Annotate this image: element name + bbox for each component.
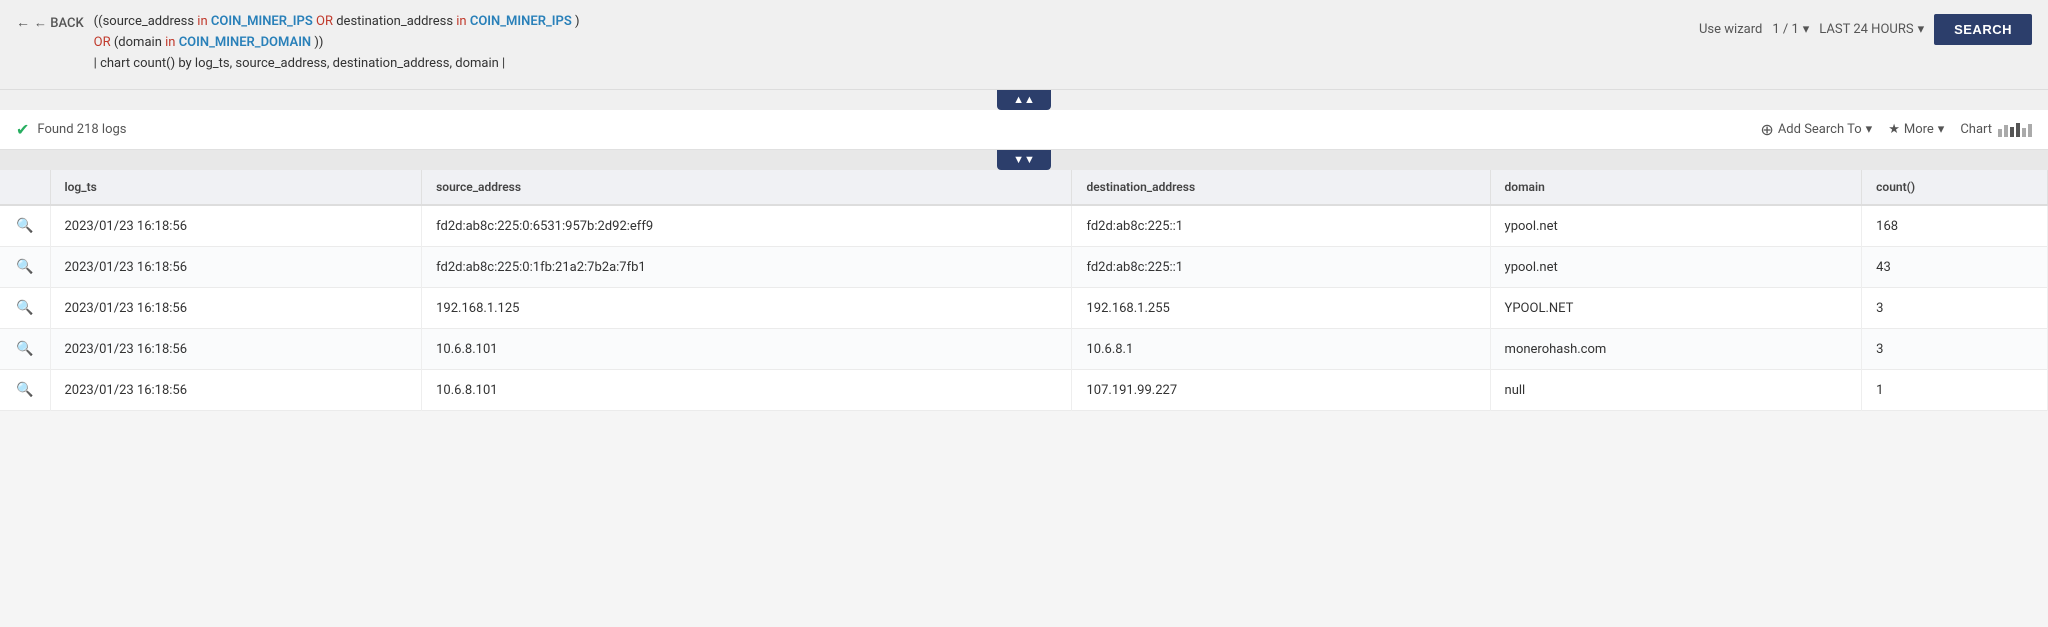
col-header-source_address: source_address	[422, 170, 1072, 205]
col-domain: ypool.net	[1490, 247, 1862, 288]
col-source_address: fd2d:ab8c:225:0:6531:957b:2d92:eff9	[422, 205, 1072, 247]
col-header-icon	[0, 170, 50, 205]
pagination: 1 / 1 ▾	[1772, 22, 1809, 37]
col-log_ts: 2023/01/23 16:18:56	[50, 329, 422, 370]
col-count: 3	[1862, 288, 2048, 329]
q-source: source_address	[103, 14, 194, 29]
query-line2: OR (domain in COIN_MINER_DOMAIN ))	[94, 33, 1699, 54]
time-range-label: LAST 24 HOURS	[1819, 22, 1913, 37]
row-search-icon[interactable]: 🔍	[0, 205, 50, 247]
col-log_ts: 2023/01/23 16:18:56	[50, 205, 422, 247]
results-bar-right: ⊕ Add Search To ▾ ★ More ▾ Chart	[1760, 120, 2032, 139]
chart-button[interactable]: Chart	[1960, 122, 2032, 137]
pagination-chevron-icon[interactable]: ▾	[1803, 22, 1810, 37]
results-check-icon: ✔	[16, 120, 29, 139]
col-source_address: 192.168.1.125	[422, 288, 1072, 329]
time-range-selector[interactable]: LAST 24 HOURS ▾	[1819, 22, 1924, 37]
add-search-label: Add Search To	[1778, 122, 1862, 137]
more-button[interactable]: ★ More ▾	[1888, 122, 1944, 137]
table-row: 🔍2023/01/23 16:18:56fd2d:ab8c:225:0:1fb:…	[0, 247, 2048, 288]
search-button[interactable]: SEARCH	[1934, 14, 2032, 45]
query-bar-right: Use wizard 1 / 1 ▾ LAST 24 HOURS ▾ SEARC…	[1699, 12, 2032, 45]
col-log_ts: 2023/01/23 16:18:56	[50, 370, 422, 411]
query-bar-left: ← ← BACK ((source_address in COIN_MINER_…	[16, 12, 1699, 74]
use-wizard-button[interactable]: Use wizard	[1699, 22, 1762, 37]
col-source_address: 10.6.8.101	[422, 329, 1072, 370]
collapse-handle-down: ▼▼	[0, 150, 2048, 170]
query-line3: | chart count() by log_ts, source_addres…	[94, 54, 1699, 75]
results-count: Found 218 logs	[37, 122, 126, 137]
pagination-text: 1 / 1	[1772, 22, 1798, 37]
col-domain: YPOOL.NET	[1490, 288, 1862, 329]
collapse-down-button[interactable]: ▼▼	[997, 150, 1051, 170]
row-search-icon[interactable]: 🔍	[0, 247, 50, 288]
table-row: 🔍2023/01/23 16:18:5610.6.8.101107.191.99…	[0, 370, 2048, 411]
back-arrow-icon: ←	[16, 14, 30, 31]
results-info: ✔ Found 218 logs	[16, 120, 127, 139]
collapse-up-button[interactable]: ▲▲	[997, 90, 1051, 110]
row-search-icon[interactable]: 🔍	[0, 370, 50, 411]
col-destination_address: 10.6.8.1	[1072, 329, 1490, 370]
collapse-handle-up: ▲▲	[0, 90, 2048, 110]
col-source_address: 10.6.8.101	[422, 370, 1072, 411]
plus-icon: ⊕	[1760, 120, 1773, 139]
table-body: 🔍2023/01/23 16:18:56fd2d:ab8c:225:0:6531…	[0, 205, 2048, 411]
col-log_ts: 2023/01/23 16:18:56	[50, 247, 422, 288]
star-icon: ★	[1888, 122, 1900, 137]
add-search-to-button[interactable]: ⊕ Add Search To ▾	[1760, 120, 1872, 139]
col-destination_address: fd2d:ab8c:225::1	[1072, 247, 1490, 288]
table-header: log_ts source_address destination_addres…	[0, 170, 2048, 205]
row-search-icon[interactable]: 🔍	[0, 329, 50, 370]
col-count: 43	[1862, 247, 2048, 288]
col-header-domain: domain	[1490, 170, 1862, 205]
col-destination_address: 107.191.99.227	[1072, 370, 1490, 411]
col-domain: monerohash.com	[1490, 329, 1862, 370]
back-button[interactable]: ← ← BACK	[16, 12, 84, 31]
col-destination_address: 192.168.1.255	[1072, 288, 1490, 329]
col-domain: ypool.net	[1490, 205, 1862, 247]
more-label: More	[1904, 122, 1934, 137]
add-search-chevron-icon: ▾	[1866, 122, 1873, 137]
col-source_address: fd2d:ab8c:225:0:1fb:21a2:7b2a:7fb1	[422, 247, 1072, 288]
table-row: 🔍2023/01/23 16:18:56fd2d:ab8c:225:0:6531…	[0, 205, 2048, 247]
col-log_ts: 2023/01/23 16:18:56	[50, 288, 422, 329]
more-chevron-icon: ▾	[1938, 122, 1945, 137]
time-range-chevron-icon: ▾	[1918, 22, 1925, 37]
col-count: 168	[1862, 205, 2048, 247]
chart-label: Chart	[1960, 122, 1992, 137]
results-table: log_ts source_address destination_addres…	[0, 170, 2048, 411]
table-header-row: log_ts source_address destination_addres…	[0, 170, 2048, 205]
back-label: ← BACK	[34, 15, 84, 31]
query-bar: ← ← BACK ((source_address in COIN_MINER_…	[0, 0, 2048, 90]
col-domain: null	[1490, 370, 1862, 411]
col-count: 1	[1862, 370, 2048, 411]
col-header-log_ts: log_ts	[50, 170, 422, 205]
col-count: 3	[1862, 329, 2048, 370]
col-header-destination_address: destination_address	[1072, 170, 1490, 205]
col-destination_address: fd2d:ab8c:225::1	[1072, 205, 1490, 247]
table-row: 🔍2023/01/23 16:18:56192.168.1.125192.168…	[0, 288, 2048, 329]
query-line1: ((source_address in COIN_MINER_IPS OR de…	[94, 12, 1699, 33]
row-search-icon[interactable]: 🔍	[0, 288, 50, 329]
table-row: 🔍2023/01/23 16:18:5610.6.8.10110.6.8.1mo…	[0, 329, 2048, 370]
chart-bars-icon	[1998, 123, 2032, 137]
results-bar: ✔ Found 218 logs ⊕ Add Search To ▾ ★ Mor…	[0, 110, 2048, 150]
query-text: ((source_address in COIN_MINER_IPS OR de…	[94, 12, 1699, 74]
col-header-count: count()	[1862, 170, 2048, 205]
